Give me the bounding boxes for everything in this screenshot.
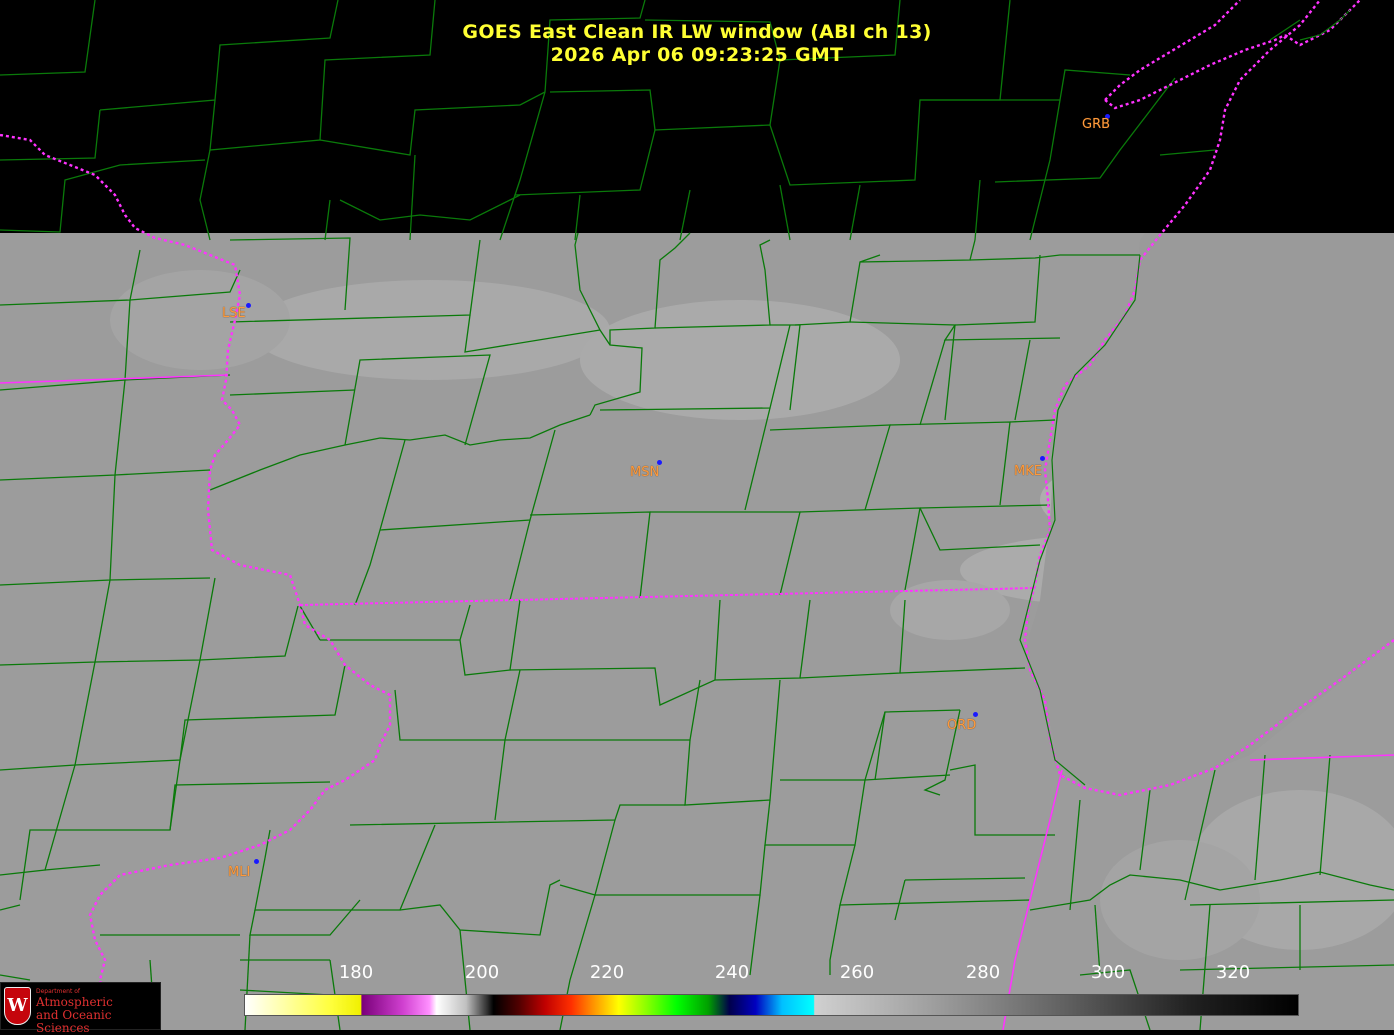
- colorbar-tick-label: 260: [839, 962, 875, 983]
- station-label-lse: LSE: [222, 306, 246, 321]
- satellite-map: [0, 0, 1394, 1030]
- colorbar-tick-label: 240: [714, 962, 750, 983]
- station-dot-mke: [1040, 456, 1045, 461]
- station-label-msn: MSN: [630, 465, 660, 480]
- colorbar-tick-label: 180: [338, 962, 374, 983]
- image-timestamp: 2026 Apr 06 09:23:25 GMT: [550, 44, 844, 66]
- station-dot-lse: [246, 303, 251, 308]
- station-label-mke: MKE: [1014, 464, 1042, 479]
- colorbar-tick-label: 280: [965, 962, 1001, 983]
- colorbar-tick-label: 220: [589, 962, 625, 983]
- logo-line-2: and Oceanic Sciences: [36, 1008, 112, 1035]
- station-label-grb: GRB: [1082, 117, 1111, 132]
- station-dot-mli: [254, 859, 259, 864]
- station-label-mli: MLI: [228, 865, 251, 880]
- station-dot-ord: [973, 712, 978, 717]
- uw-crest-icon: W: [4, 987, 31, 1025]
- aos-logo: W Department of Atmospheric and Oceanic …: [0, 982, 161, 1035]
- colorbar-tick-label: 300: [1090, 962, 1126, 983]
- station-label-ord: ORD: [947, 718, 977, 733]
- image-title: GOES East Clean IR LW window (ABI ch 13): [462, 21, 932, 43]
- colorbar-tick-label: 320: [1215, 962, 1251, 983]
- colorbar-tick-label: 200: [464, 962, 500, 983]
- temperature-colorbar: [244, 994, 1299, 1016]
